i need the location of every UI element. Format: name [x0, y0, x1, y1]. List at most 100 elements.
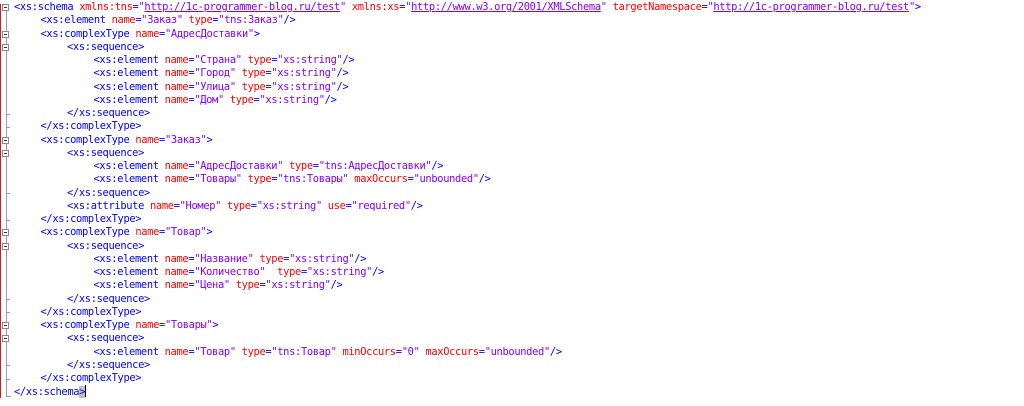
- code-line[interactable]: </xs:schema>: [14, 385, 87, 399]
- code-line[interactable]: </xs:sequence>: [67, 359, 150, 372]
- code-token-tag: <xs:schema: [14, 1, 74, 13]
- code-line[interactable]: </xs:sequence>: [67, 107, 150, 120]
- code-line[interactable]: <xs:element name="Заказ" type="tns:Заказ…: [41, 14, 296, 27]
- code-token-tag: <xs:complexType: [40, 133, 130, 146]
- code-token-tag: >: [253, 27, 260, 40]
- code-line[interactable]: <xs:element name="Город" type="xs:string…: [94, 67, 349, 80]
- code-token-val: "Товар": [194, 345, 236, 358]
- code-line[interactable]: <xs:element name="Количество" type="xs:s…: [94, 266, 385, 279]
- code-line[interactable]: <xs:element name="Улица" type="xs:string…: [94, 81, 349, 94]
- code-line[interactable]: <xs:attribute name="Номер" type="xs:stri…: [67, 200, 423, 213]
- code-token-tag: <xs:element: [93, 173, 160, 186]
- code-line[interactable]: <xs:sequence>: [67, 41, 144, 54]
- fold-gutter: [0, 0, 14, 406]
- code-token-tag: <xs:element: [93, 252, 160, 265]
- code-line[interactable]: <xs:element name="Дом" type="xs:string"/…: [94, 94, 337, 107]
- code-token-attr: use: [321, 199, 346, 212]
- code-token-tag: </xs:sequence>: [67, 292, 150, 305]
- code-token-attr: name: [158, 279, 189, 292]
- fold-collapse-icon[interactable]: [2, 322, 9, 329]
- code-token-val: "Количество": [194, 266, 266, 278]
- code-token-attr: name: [158, 266, 189, 278]
- code-token-tag: />: [336, 67, 349, 80]
- fold-collapse-icon[interactable]: [2, 335, 9, 343]
- code-line[interactable]: <xs:element name="АдресДоставки" type="t…: [94, 160, 444, 173]
- code-token-val: "xs:string": [271, 67, 337, 80]
- fold-collapse-icon[interactable]: [2, 43, 9, 51]
- code-token-attr: name: [129, 319, 160, 331]
- fold-end-marker: [6, 193, 10, 194]
- code-token-tag: <xs:complexType: [40, 27, 130, 40]
- xml-code-editor[interactable]: <xs:schema xmlns:tns="http://1c-programm…: [0, 0, 1024, 406]
- code-line[interactable]: <xs:element name="Название" type="xs:str…: [94, 253, 367, 266]
- code-line[interactable]: <xs:sequence>: [67, 240, 144, 253]
- code-token-attr: maxOccurs: [419, 345, 479, 358]
- code-token-attr: name: [158, 173, 189, 186]
- code-line[interactable]: <xs:sequence>: [67, 147, 144, 160]
- code-token-tag: </xs:schema: [14, 386, 80, 399]
- code-line[interactable]: </xs:complexType>: [41, 213, 142, 226]
- code-token-val: "Дом": [194, 93, 224, 106]
- code-token-attr: type: [229, 279, 260, 292]
- code-token-attr: name: [158, 345, 189, 358]
- code-token-val: "Название": [194, 252, 254, 265]
- code-line[interactable]: <xs:complexType name="Товары">: [41, 319, 219, 332]
- code-token-tag: <xs:sequence>: [67, 239, 145, 252]
- code-token-tag: >: [212, 319, 219, 331]
- code-token-tag: >: [914, 1, 921, 13]
- fold-end-marker: [6, 299, 10, 300]
- code-line[interactable]: <xs:element name="Цена" type="xs:string"…: [94, 279, 343, 292]
- code-line[interactable]: </xs:complexType>: [41, 372, 142, 385]
- code-token-tag: <xs:element: [93, 345, 160, 358]
- code-token-tag: <xs:element: [93, 160, 160, 172]
- fold-collapse-icon[interactable]: [2, 4, 9, 11]
- code-token-attr: name: [105, 14, 136, 27]
- fold-collapse-icon[interactable]: [2, 30, 9, 38]
- code-token-attr: name: [158, 93, 189, 106]
- code-token-tag: />: [478, 173, 491, 186]
- code-token-tag: />: [431, 160, 444, 172]
- code-line[interactable]: <xs:sequence>: [67, 332, 144, 345]
- code-token-tag: <xs:sequence>: [67, 332, 145, 345]
- code-token-tag: <xs:sequence>: [67, 146, 145, 159]
- code-token-attr: type: [265, 266, 301, 278]
- code-token-val: "Цена": [194, 279, 230, 292]
- code-line[interactable]: <xs:schema xmlns:tns="http://1c-programm…: [14, 1, 921, 14]
- code-token-val: "xs:string": [271, 80, 337, 93]
- code-token-tag: </xs:complexType>: [40, 213, 142, 225]
- code-line[interactable]: </xs:complexType>: [41, 306, 142, 319]
- code-line[interactable]: </xs:sequence>: [67, 293, 150, 306]
- code-line[interactable]: <xs:element name="Товары" type="tns:Това…: [94, 173, 491, 186]
- fold-collapse-icon[interactable]: [2, 136, 9, 144]
- code-line[interactable]: </xs:complexType>: [41, 120, 142, 133]
- code-token-tag: </xs:sequence>: [67, 186, 150, 199]
- code-token-attr: name: [129, 133, 160, 146]
- code-token-val: "Товары": [164, 319, 213, 331]
- code-token-tag: </xs:complexType>: [40, 120, 142, 133]
- code-line[interactable]: </xs:sequence>: [67, 187, 150, 200]
- code-token-tag: />: [324, 93, 337, 106]
- code-token-val: "xs:string": [256, 199, 323, 212]
- code-token-attr: type: [235, 80, 266, 93]
- code-token-val: "xs:string": [306, 266, 373, 278]
- code-line[interactable]: <xs:complexType name="Заказ">: [41, 134, 213, 147]
- code-line[interactable]: <xs:complexType name="АдресДоставки">: [40, 27, 261, 41]
- code-token-attr: minOccurs: [336, 345, 396, 358]
- code-token-attr: type: [253, 252, 284, 265]
- code-lines[interactable]: <xs:schema xmlns:tns="http://1c-programm…: [14, 0, 1024, 406]
- code-line[interactable]: <xs:complexType name="Товар">: [41, 226, 213, 239]
- fold-collapse-icon[interactable]: [2, 242, 9, 250]
- code-token-tag: <xs:complexType: [40, 226, 130, 239]
- code-line[interactable]: <xs:element name="Страна" type="xs:strin…: [94, 54, 355, 67]
- code-token-attr: name: [158, 252, 189, 265]
- code-token-attr: name: [158, 54, 189, 66]
- code-line[interactable]: <xs:element name="Товар" type="tns:Товар…: [93, 345, 563, 359]
- code-token-tag: />: [549, 345, 562, 358]
- code-token-tag: >: [206, 133, 213, 146]
- fold-collapse-icon[interactable]: [2, 229, 9, 237]
- code-token-attr: name: [158, 80, 189, 93]
- code-token-val: "Город": [194, 67, 236, 80]
- fold-collapse-icon[interactable]: [2, 149, 9, 157]
- code-token-val: "Товар": [164, 226, 207, 239]
- code-token-attr: maxOccurs: [348, 173, 408, 186]
